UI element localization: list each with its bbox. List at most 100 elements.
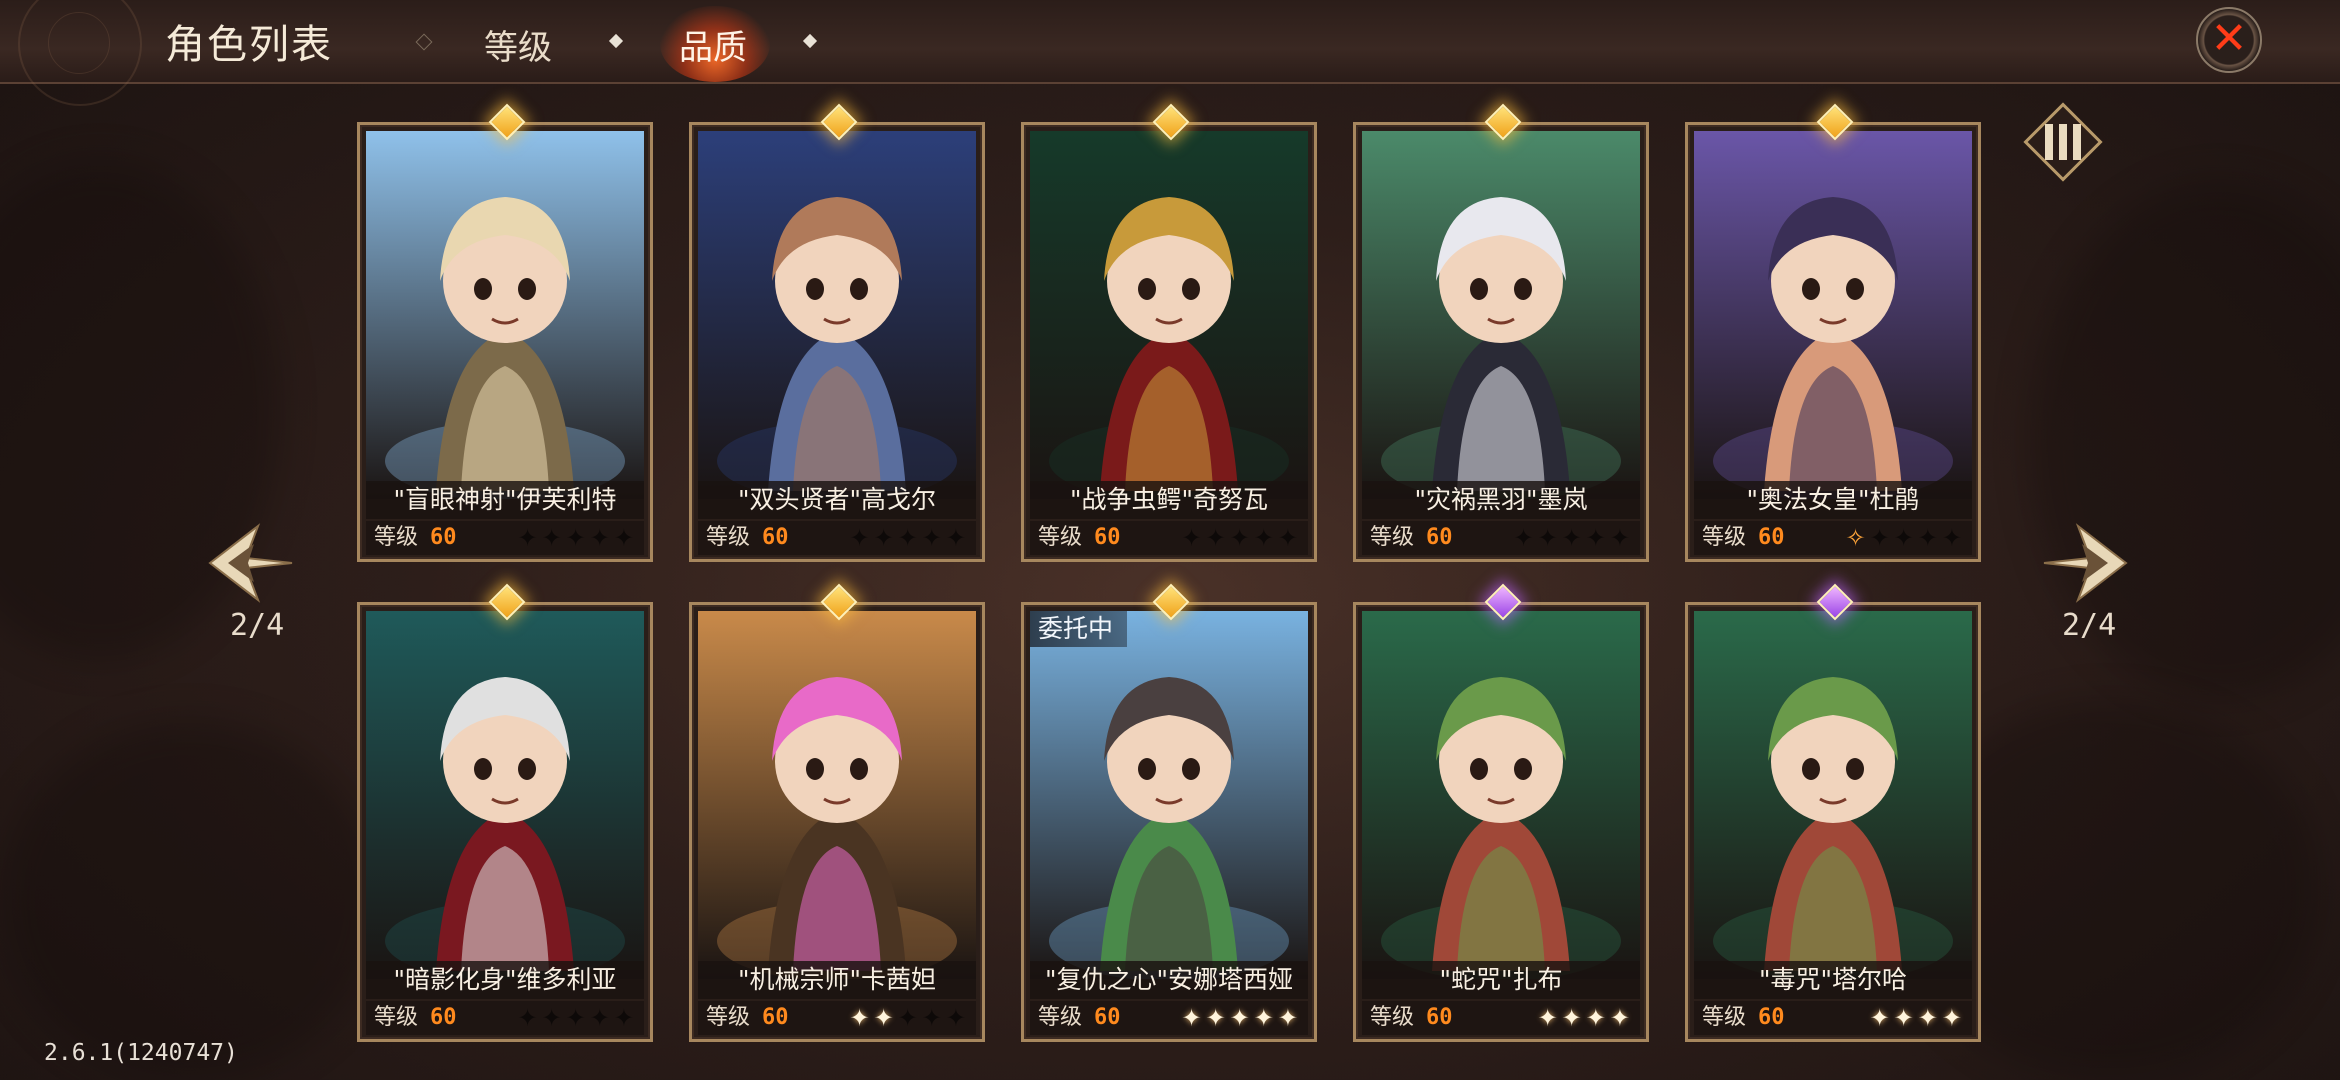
level-row: 等级 60 ✦✦✦✦✦	[698, 521, 976, 555]
star-empty-icon: ✦	[613, 524, 638, 552]
star-empty-icon: ✦	[897, 1004, 922, 1032]
character-card[interactable]: "机械宗师"卡茜妲 等级 60 ✦✦✦✦✦	[689, 583, 985, 1042]
close-icon: ✕	[2210, 13, 2248, 64]
star-empty-icon: ✦	[945, 1004, 970, 1032]
tab-separator-icon	[608, 33, 624, 49]
level-label: 等级	[706, 525, 751, 550]
level-row: 等级 60 ✦✦✦✦✦	[366, 521, 644, 555]
level-value: 60	[1758, 1005, 1785, 1030]
level-label: 等级	[1038, 525, 1083, 550]
next-page-arrow-icon[interactable]	[2040, 518, 2130, 608]
star-filled-icon: ✦	[1561, 1004, 1586, 1032]
star-empty-icon: ✦	[1537, 524, 1562, 552]
level-value: 60	[762, 525, 789, 550]
character-portrait	[698, 131, 976, 499]
star-empty-icon: ✦	[945, 524, 970, 552]
star-empty-icon: ✦	[1941, 524, 1966, 552]
level-value: 60	[1094, 1005, 1121, 1030]
star-filled-icon: ✦	[1181, 1004, 1206, 1032]
character-card[interactable]: "毒咒"塔尔哈 等级 60 ✦✦✦✦	[1685, 583, 1981, 1042]
character-portrait	[366, 611, 644, 979]
character-name: "暗影化身"维多利亚	[366, 961, 644, 999]
character-portrait	[1362, 131, 1640, 499]
star-empty-icon: ✦	[873, 524, 898, 552]
star-filled-icon: ✦	[1585, 1004, 1610, 1032]
star-empty-icon: ✦	[1917, 524, 1942, 552]
level-value: 60	[1094, 525, 1121, 550]
star-empty-icon: ✦	[1585, 524, 1610, 552]
star-empty-icon: ✦	[1561, 524, 1586, 552]
close-button[interactable]: ✕	[2196, 7, 2262, 73]
prev-page-label: 2/4	[230, 608, 285, 643]
star-empty-icon: ✦	[1513, 524, 1538, 552]
character-name: "奥法女皇"杜鹃	[1694, 481, 1972, 519]
tab-separator-icon	[415, 33, 433, 51]
level-row: 等级 60 ✦✦✦✦✦	[1362, 521, 1640, 555]
character-name: "灾祸黑羽"墨岚	[1362, 481, 1640, 519]
level-row: 等级 60 ✦✦✦✦✦	[1030, 521, 1308, 555]
star-empty-icon: ✦	[897, 524, 922, 552]
star-empty-icon: ✦	[1181, 524, 1206, 552]
star-empty-icon: ✦	[565, 524, 590, 552]
star-rating: ✦✦✦✦	[1538, 1001, 1634, 1035]
prev-page-arrow-icon[interactable]	[206, 518, 296, 608]
level-label: 等级	[374, 525, 419, 550]
character-card[interactable]: "双头贤者"高戈尔 等级 60 ✦✦✦✦✦	[689, 103, 985, 562]
character-name: "复仇之心"安娜塔西娅	[1030, 961, 1308, 999]
character-portrait	[1362, 611, 1640, 979]
star-empty-icon: ✦	[517, 524, 542, 552]
version-label: 2.6.1(1240747)	[44, 1040, 238, 1066]
star-filled-icon: ✦	[849, 1004, 874, 1032]
star-empty-icon: ✦	[541, 1004, 566, 1032]
level-value: 60	[762, 1005, 789, 1030]
star-filled-icon: ✦	[1609, 1004, 1634, 1032]
star-filled-icon: ✧	[1845, 524, 1870, 552]
star-filled-icon: ✦	[1893, 1004, 1918, 1032]
star-filled-icon: ✦	[1941, 1004, 1966, 1032]
character-card[interactable]: "战争虫鳄"奇努瓦 等级 60 ✦✦✦✦✦	[1021, 103, 1317, 562]
level-row: 等级 60 ✦✦✦✦✦	[1030, 1001, 1308, 1035]
character-card[interactable]: "奥法女皇"杜鹃 等级 60 ✧✦✦✦✦	[1685, 103, 1981, 562]
star-empty-icon: ✦	[589, 524, 614, 552]
character-card[interactable]: "蛇咒"扎布 等级 60 ✦✦✦✦	[1353, 583, 1649, 1042]
star-empty-icon: ✦	[1893, 524, 1918, 552]
columns-icon	[2045, 124, 2081, 160]
star-rating: ✦✦✦✦✦	[849, 521, 970, 555]
star-filled-icon: ✦	[1917, 1004, 1942, 1032]
tab-quality[interactable]: 品质	[679, 20, 747, 69]
star-empty-icon: ✦	[1277, 524, 1302, 552]
star-rating: ✦✦✦✦	[1870, 1001, 1966, 1035]
character-portrait	[1694, 131, 1972, 499]
tab-level[interactable]: 等级	[484, 20, 552, 69]
star-empty-icon: ✦	[921, 1004, 946, 1032]
star-rating: ✦✦✦✦✦	[849, 1001, 970, 1035]
tab-separator-icon	[802, 33, 818, 49]
character-card[interactable]: "盲眼神射"伊芙利特 等级 60 ✦✦✦✦✦	[357, 103, 653, 562]
star-empty-icon: ✦	[613, 1004, 638, 1032]
page-title: 角色列表	[165, 22, 333, 68]
level-value: 60	[430, 1005, 457, 1030]
star-filled-icon: ✦	[873, 1004, 898, 1032]
level-row: 等级 60 ✦✦✦✦	[1362, 1001, 1640, 1035]
star-rating: ✦✦✦✦✦	[1181, 1001, 1302, 1035]
star-filled-icon: ✦	[1277, 1004, 1302, 1032]
next-page-label: 2/4	[2062, 608, 2117, 643]
star-rating: ✦✦✦✦✦	[1181, 521, 1302, 555]
star-rating: ✦✦✦✦✦	[1513, 521, 1634, 555]
character-portrait	[698, 611, 976, 979]
level-label: 等级	[1370, 525, 1415, 550]
star-empty-icon: ✦	[1869, 524, 1894, 552]
star-empty-icon: ✦	[1609, 524, 1634, 552]
entrusted-badge: 委托中	[1030, 611, 1128, 647]
level-label: 等级	[1038, 1005, 1083, 1030]
character-card[interactable]: "复仇之心"安娜塔西娅 等级 60 ✦✦✦✦✦ 委托中	[1021, 583, 1317, 1042]
character-card[interactable]: "灾祸黑羽"墨岚 等级 60 ✦✦✦✦✦	[1353, 103, 1649, 562]
character-portrait	[1030, 131, 1308, 499]
character-card[interactable]: "暗影化身"维多利亚 等级 60 ✦✦✦✦✦	[357, 583, 653, 1042]
character-name: "双头贤者"高戈尔	[698, 481, 976, 519]
level-label: 等级	[706, 1005, 751, 1030]
star-empty-icon: ✦	[517, 1004, 542, 1032]
level-value: 60	[1426, 1005, 1453, 1030]
level-label: 等级	[1702, 1005, 1747, 1030]
character-name: "机械宗师"卡茜妲	[698, 961, 976, 999]
